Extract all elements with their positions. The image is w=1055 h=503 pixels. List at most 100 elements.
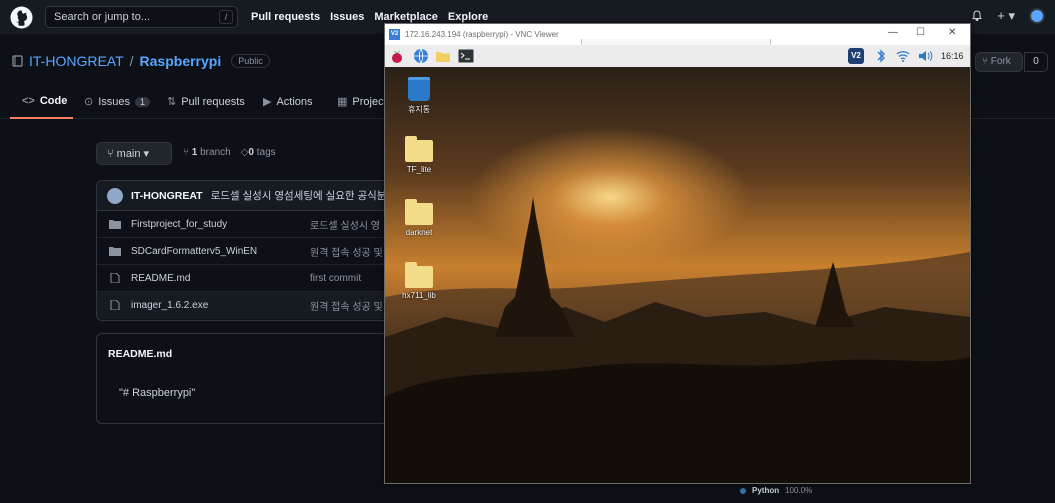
vnc-window-title: 172.16.243.194 (raspberrypi) - VNC Viewe…: [405, 30, 559, 39]
branch-name: main: [116, 148, 141, 160]
visibility-badge: Public: [231, 54, 270, 68]
folder-icon: [405, 199, 433, 225]
tab-actions[interactable]: ▶ Actions: [263, 95, 313, 109]
user-avatar[interactable]: [1029, 8, 1045, 24]
desktop-icon-folder[interactable]: hx711_lib: [389, 262, 449, 300]
maximize-button[interactable]: ☐: [916, 27, 925, 38]
file-manager-icon[interactable]: [435, 48, 451, 64]
branch-count: 1: [191, 147, 198, 158]
project-icon: ▦: [337, 96, 348, 108]
create-new-button[interactable]: + ▾: [997, 8, 1015, 24]
file-commit-message[interactable]: first commit: [310, 273, 361, 284]
desktop-icon-label: TF_lite: [406, 165, 432, 174]
tab-actions-label: Actions: [276, 95, 313, 108]
folder-icon: [109, 247, 121, 256]
vnc-app-icon: V2: [389, 29, 400, 40]
vnc-viewer-window[interactable]: V2 172.16.243.194 (raspberrypi) - VNC Vi…: [384, 23, 971, 484]
file-row[interactable]: Firstproject_for_study 로드셀 실성시 영: [97, 211, 395, 238]
nav-explore[interactable]: Explore: [448, 11, 488, 23]
file-row[interactable]: imager_1.6.2.exe 원격 접속 성공 및: [97, 292, 395, 319]
minimize-button[interactable]: —: [888, 27, 898, 38]
trash-icon: [408, 77, 430, 101]
branch-meta: ⑂ 1 branch ◇0 tags: [183, 147, 276, 158]
file-icon: [110, 273, 120, 283]
file-name[interactable]: imager_1.6.2.exe: [131, 300, 208, 311]
branch-icon: ⑂: [107, 148, 117, 160]
file-commit-message[interactable]: 원격 접속 성공 및: [310, 244, 383, 259]
repo-name-link[interactable]: Raspberrypi: [140, 53, 222, 69]
language-percent: 100.0%: [785, 486, 813, 495]
chevron-down-icon: ▾: [140, 148, 150, 160]
desktop-icon-label: 휴지통: [407, 105, 431, 114]
file-icon: [110, 300, 120, 310]
commit-message[interactable]: 로드셀 실성시 영섬세팅에 실요한 공식분: [211, 188, 387, 203]
fork-button[interactable]: ⑂ Fork: [975, 52, 1023, 72]
repo-owner-link[interactable]: IT-HONGREAT: [29, 53, 124, 69]
fork-label: Fork: [990, 56, 1011, 67]
search-shortcut-hint: /: [219, 10, 233, 24]
desktop-icon-trash[interactable]: 휴지통: [389, 77, 449, 115]
tab-pull-requests-label: Pull requests: [181, 95, 245, 108]
pull-request-icon: ⇅: [167, 96, 177, 108]
latest-commit: IT-HONGREAT 로드셀 실성시 영섬세팅에 실요한 공식분: [97, 181, 395, 211]
nav-marketplace[interactable]: Marketplace: [374, 11, 438, 23]
tab-pull-requests[interactable]: ⇅ Pull requests: [167, 95, 245, 109]
terminal-icon[interactable]: [458, 48, 474, 64]
nav-pull-requests[interactable]: Pull requests: [251, 11, 320, 23]
tags-link[interactable]: ◇0 tags: [241, 147, 276, 158]
nav-issues[interactable]: Issues: [330, 11, 364, 23]
close-button[interactable]: ✕: [948, 27, 956, 38]
raspberry-pi-taskbar: V2 16:16: [385, 45, 970, 67]
vnc-server-tray-icon[interactable]: V2: [848, 48, 864, 64]
repo-separator: /: [129, 53, 134, 69]
file-name[interactable]: README.md: [131, 273, 190, 284]
file-list: IT-HONGREAT 로드셀 실성시 영섬세팅에 실요한 공식분 Firstp…: [96, 180, 396, 321]
readme-content: "# Raspberrypi": [119, 387, 196, 399]
folder-icon: [109, 220, 121, 229]
taskbar-clock[interactable]: 16:16: [941, 51, 964, 61]
branches-link[interactable]: ⑂ 1 branch: [183, 147, 231, 158]
file-name[interactable]: Firstproject_for_study: [131, 219, 227, 230]
file-name[interactable]: SDCardFormatterv5_WinEN: [131, 246, 257, 257]
bell-icon[interactable]: [971, 10, 983, 22]
bluetooth-icon[interactable]: [873, 48, 889, 64]
wallpaper-temple-silhouette: [385, 197, 970, 483]
branch-word: branch: [200, 147, 231, 158]
tab-issues[interactable]: ⊙ Issues 1: [84, 95, 151, 108]
desktop-icon-label: darknet: [405, 228, 433, 237]
desktop-icon-folder[interactable]: darknet: [389, 199, 449, 237]
file-commit-message[interactable]: 원격 접속 성공 및: [310, 298, 383, 313]
readme-title[interactable]: README.md: [108, 348, 172, 360]
readme-panel: README.md "# Raspberrypi": [96, 333, 396, 424]
tag-count: 0: [248, 147, 254, 158]
search-placeholder: Search or jump to...: [54, 11, 150, 23]
github-logo-icon[interactable]: [10, 6, 33, 29]
fork-count[interactable]: 0: [1024, 52, 1048, 72]
file-commit-message[interactable]: 로드셀 실성시 영: [310, 217, 380, 232]
play-icon: ▶: [263, 96, 272, 108]
file-row[interactable]: SDCardFormatterv5_WinEN 원격 접속 성공 및: [97, 238, 395, 265]
avatar[interactable]: [107, 187, 123, 204]
language-stat: Python 100.0%: [740, 486, 812, 495]
desktop-icon-folder[interactable]: TF_lite: [389, 136, 449, 174]
fork-icon: ⑂: [982, 56, 991, 67]
issues-counter: 1: [135, 96, 151, 107]
wifi-icon[interactable]: [895, 48, 911, 64]
tab-issues-label: Issues: [98, 95, 131, 108]
raspberry-menu-icon[interactable]: [389, 48, 405, 64]
language-name: Python: [752, 486, 780, 495]
repo-heading: IT-HONGREAT / Raspberrypi Public: [12, 53, 270, 69]
volume-icon[interactable]: [917, 48, 933, 64]
desktop-icon-label: hx711_lib: [402, 291, 436, 300]
search-input[interactable]: Search or jump to... /: [45, 6, 238, 28]
branch-select-button[interactable]: ⑂ main ▾: [96, 142, 172, 165]
remote-desktop[interactable]: 휴지통 TF_lite darknet hx711_lib: [385, 67, 970, 483]
global-nav: Pull requests Issues Marketplace Explore: [251, 11, 488, 23]
repo-icon: [12, 55, 23, 67]
web-browser-icon[interactable]: [413, 48, 429, 64]
tag-word: tags: [256, 147, 276, 158]
commit-author[interactable]: IT-HONGREAT: [131, 190, 203, 202]
file-row[interactable]: README.md first commit: [97, 265, 395, 292]
issue-icon: ⊙: [84, 96, 94, 108]
tab-code[interactable]: <> Code: [22, 95, 67, 107]
